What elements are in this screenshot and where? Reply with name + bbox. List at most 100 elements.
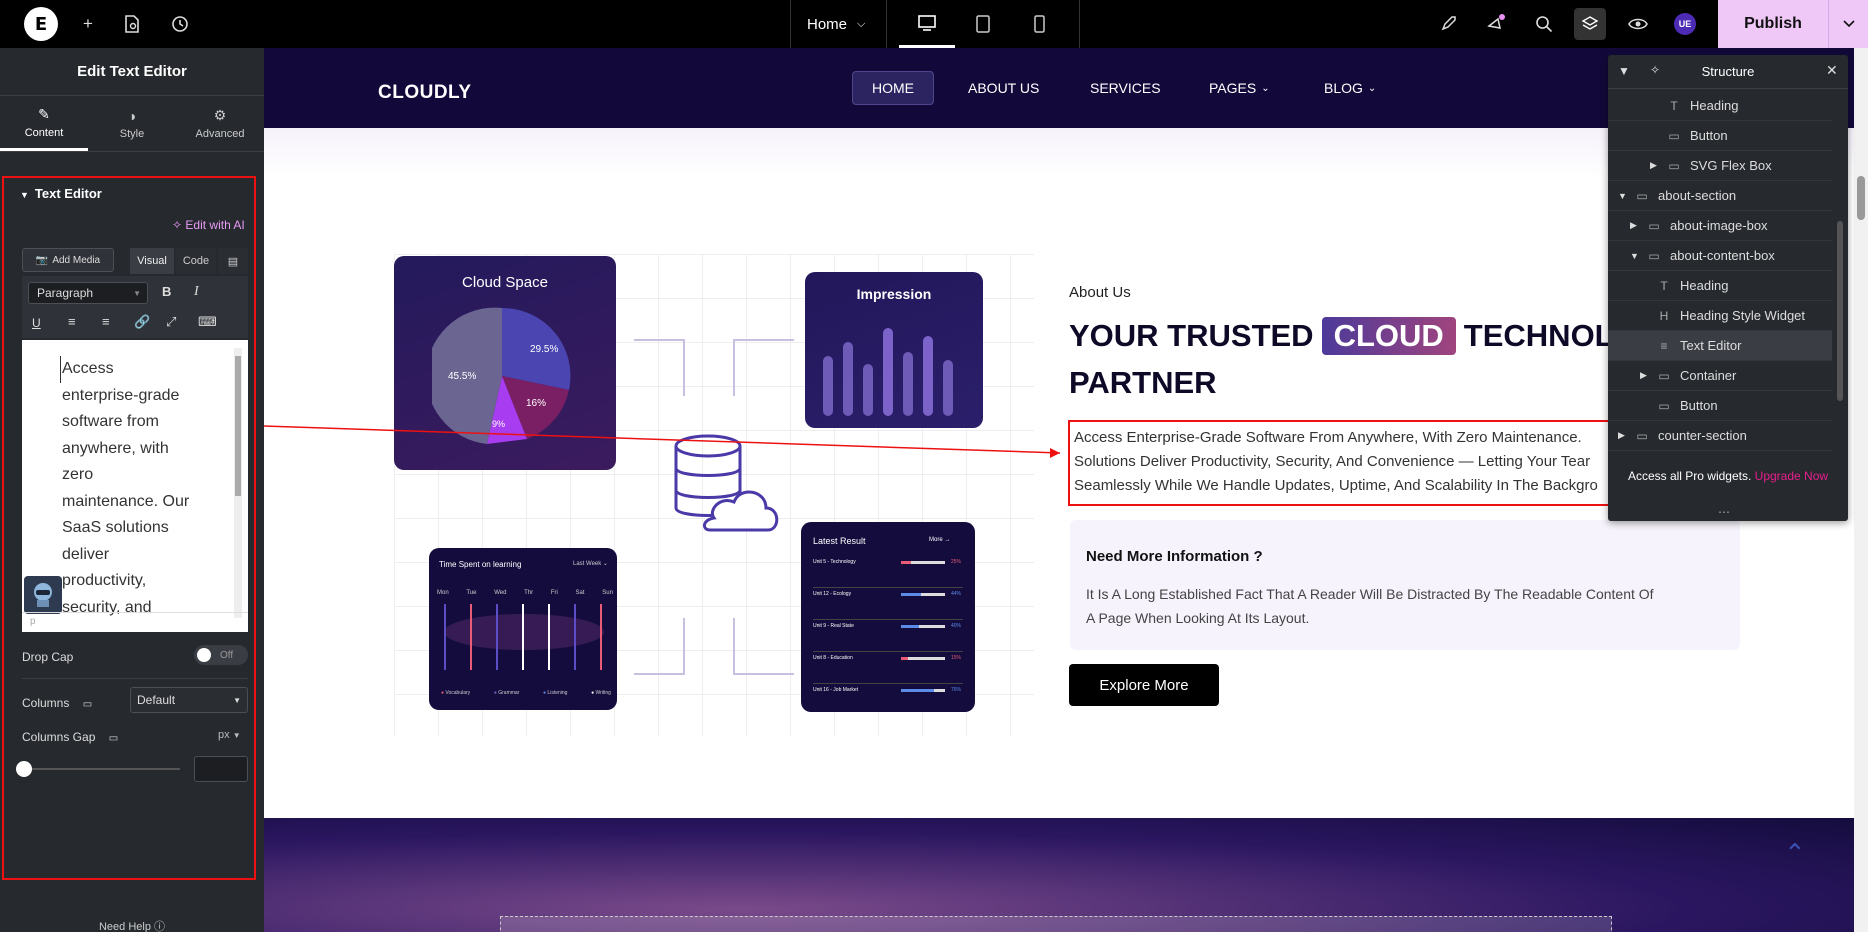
week-filter[interactable]: Last Week ⌄ (573, 560, 608, 567)
fullscreen-icon[interactable]: ⤢ (166, 314, 176, 330)
notifications-icon[interactable] (1484, 12, 1508, 36)
text-editor-area[interactable]: Access enterprise-grade software from an… (22, 340, 248, 632)
user-avatar[interactable]: UE (1674, 13, 1696, 35)
time-chart (444, 604, 604, 670)
numbered-list-icon[interactable]: ≡ (102, 314, 110, 329)
editor-sidebar: Edit Text Editor ✎ Content ◑ Style ⚙ Adv… (0, 48, 264, 933)
drop-cap-toggle[interactable]: Off (194, 645, 248, 665)
tree-item-label: Button (1680, 398, 1718, 413)
preview-eye-icon[interactable] (1626, 12, 1650, 36)
sparkle-icon[interactable]: ✧ (1650, 63, 1660, 77)
nav-home[interactable]: HOME (852, 71, 934, 105)
publish-options-chevron-icon[interactable] (1828, 0, 1868, 48)
tree-item-selected[interactable]: ≡ Text Editor (1608, 331, 1832, 361)
add-element-icon[interactable]: + (76, 12, 100, 36)
device-switcher (886, 0, 1080, 48)
format-select[interactable]: Paragraph ▼ (28, 282, 148, 304)
tree-item-label: Button (1690, 128, 1728, 143)
columns-gap-input[interactable] (194, 756, 248, 782)
close-icon[interactable]: ✕ (1826, 62, 1838, 79)
add-media-button[interactable]: 📷 Add Media (22, 248, 114, 272)
site-brand[interactable]: CLOUDLY (378, 82, 472, 104)
section-toggle[interactable]: ▼ Text Editor (20, 186, 102, 201)
card-title: Impression (856, 286, 932, 302)
columns-select[interactable]: Default ▼ (130, 687, 248, 713)
upgrade-link[interactable]: Upgrade Now (1755, 469, 1828, 483)
page-selector[interactable]: Home ⌵ (790, 0, 886, 48)
tablet-icon[interactable] (955, 0, 1011, 48)
tab-content[interactable]: ✎ Content (0, 96, 88, 151)
result-row: Unit 5 - Technology 25% (813, 556, 963, 588)
tab-content-label: Content (24, 126, 64, 139)
tree-item[interactable]: ▶ ▭ about-image-box (1608, 211, 1832, 241)
tab-advanced[interactable]: ⚙ Advanced (176, 96, 264, 151)
selection-arrow (264, 425, 1061, 458)
container-icon: ▭ (1658, 368, 1670, 383)
tree-item[interactable]: ▭ Button (1608, 121, 1832, 151)
bold-icon[interactable]: B (162, 284, 171, 299)
code-tab[interactable]: Code (176, 248, 216, 274)
day-label: Wed (494, 590, 507, 596)
history-icon[interactable] (168, 12, 192, 36)
heading-part: TECHNOL (1463, 318, 1614, 353)
desktop-icon[interactable] (899, 0, 955, 48)
unit-select[interactable]: px ▼ (218, 729, 241, 741)
bullet-list-icon[interactable]: ≡ (68, 314, 76, 329)
mobile-icon[interactable] (1011, 0, 1067, 48)
edit-with-ai-link[interactable]: ✧ Edit with AI (172, 218, 245, 232)
nav-services[interactable]: SERVICES (1090, 71, 1161, 105)
collapse-icon[interactable]: ▼ (1618, 64, 1630, 78)
time-legend: ● Vocabulary ● Grammar ● Listening ● Wri… (441, 690, 611, 696)
underline-icon[interactable]: U (32, 316, 41, 330)
tree-item[interactable]: ▶ ▭ SVG Flex Box (1608, 151, 1832, 181)
visual-tab[interactable]: Visual (130, 248, 174, 274)
assistant-robot-icon[interactable] (24, 576, 62, 614)
editor-scrollbar[interactable] (234, 348, 242, 618)
italic-icon[interactable]: I (194, 284, 199, 300)
columns-gap-slider[interactable] (16, 761, 180, 777)
elementor-logo[interactable]: E (24, 7, 58, 41)
search-icon[interactable] (1532, 12, 1556, 36)
toolbar-toggle-icon[interactable]: ▤ (218, 248, 248, 274)
columns-label-text: Columns (22, 696, 70, 710)
page-scrollbar[interactable] (1854, 48, 1868, 932)
nav-about[interactable]: ABOUT US (968, 71, 1039, 105)
result-row: Unit 9 - Real State 40% (813, 620, 963, 652)
tree-item[interactable]: T Heading (1608, 91, 1832, 121)
page-settings-icon[interactable] (120, 12, 144, 36)
drop-cap-label: Drop Cap (22, 650, 74, 664)
contrast-icon: ◑ (127, 107, 137, 124)
keyboard-icon[interactable]: ⌨ (198, 314, 217, 330)
link-icon[interactable]: 🔗 (134, 314, 150, 330)
publish-button[interactable]: Publish (1718, 0, 1828, 48)
nav-pages[interactable]: PAGES ⌄ (1209, 71, 1270, 105)
tree-item[interactable]: ▶ ▭ counter-section (1608, 421, 1832, 451)
heading-part: YOUR TRUSTED (1069, 318, 1314, 353)
drag-handle-icon[interactable]: ⋯ (1718, 505, 1730, 519)
tab-style[interactable]: ◑ Style (88, 96, 176, 151)
text-icon: T (1660, 278, 1668, 293)
tree-item[interactable]: T Heading (1608, 271, 1832, 301)
tree-item[interactable]: ▶ ▭ Container (1608, 361, 1832, 391)
day-label: Mon (437, 590, 449, 596)
scroll-top-icon[interactable]: ⌃ (1784, 838, 1806, 869)
editor-line: maintenance. Our (62, 492, 190, 510)
tree-item[interactable]: ▼ ▭ about-content-box (1608, 241, 1832, 271)
info-line: It Is A Long Established Fact That A Rea… (1086, 586, 1654, 602)
slider-handle[interactable] (16, 761, 32, 777)
nav-blog[interactable]: BLOG ⌄ (1324, 71, 1376, 105)
tree-item[interactable]: H Heading Style Widget (1608, 301, 1832, 331)
impression-bars (823, 328, 953, 416)
result-row: Unit 8 - Education 15% (813, 652, 963, 684)
container-icon: ▭ (1668, 158, 1680, 173)
structure-scrollbar[interactable] (1836, 91, 1844, 461)
tree-item[interactable]: ▼ ▭ about-section (1608, 181, 1832, 211)
more-link[interactable]: More → (929, 537, 950, 543)
explore-more-button[interactable]: Explore More (1069, 664, 1219, 706)
drop-zone[interactable] (500, 916, 1612, 932)
container-icon: ▭ (1636, 428, 1648, 443)
tree-item[interactable]: ▭ Button (1608, 391, 1832, 421)
selected-text-editor-widget[interactable]: Access Enterprise-Grade Software From An… (1068, 420, 1614, 506)
rocket-icon[interactable] (1436, 12, 1460, 36)
structure-layers-icon[interactable] (1574, 8, 1606, 40)
